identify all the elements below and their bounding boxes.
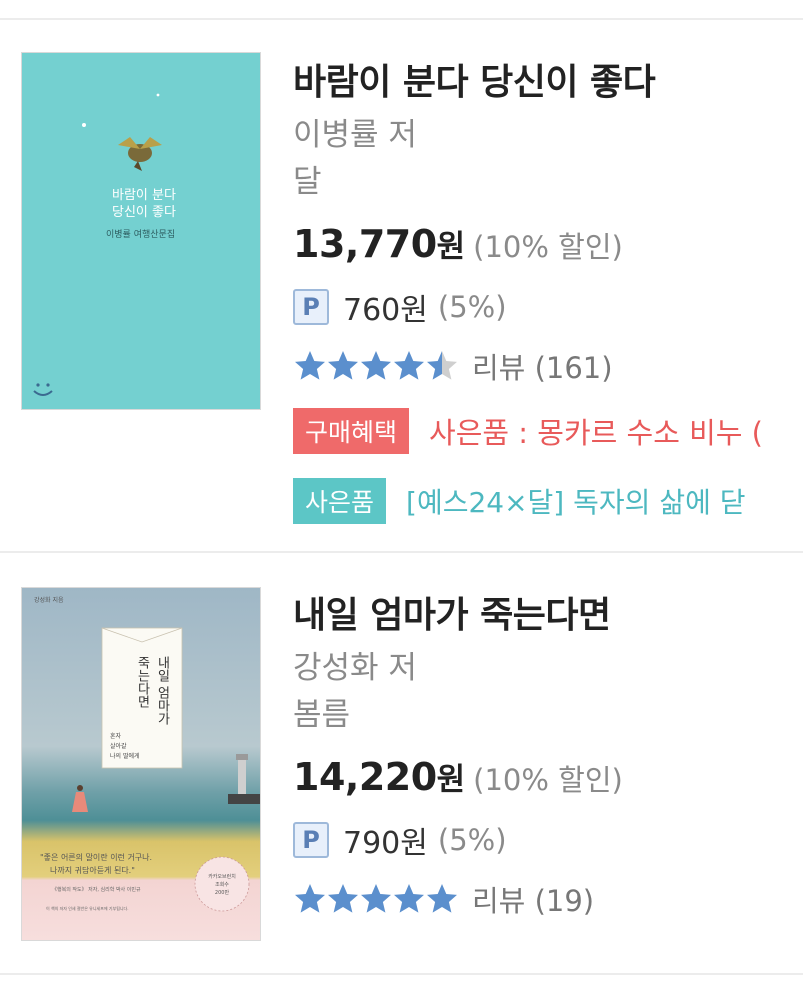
cover-note: 이 책의 저자 인세 절반은 유니세프에 기부됩니다. xyxy=(46,905,129,911)
cover-art: 바람이 분다 당신이 좋다 이병률 여행산문집 xyxy=(33,93,176,396)
point-row: P 790원 (5%) xyxy=(293,818,507,862)
book-publisher[interactable]: 달 xyxy=(293,156,322,201)
discount-rate: (10% 할인) xyxy=(473,763,623,797)
cover-title-line-1: 바람이 분다 xyxy=(112,188,176,203)
bottom-divider xyxy=(0,973,803,975)
star-rating xyxy=(293,882,458,916)
star-full-icon xyxy=(328,884,358,913)
cover-sub-line-1: 혼자 xyxy=(110,732,122,740)
book-list-item[interactable]: 바람이 분다 당신이 좋다 이병률 여행산문집 바람이 분다 당신이 좋다 이병… xyxy=(0,20,803,552)
cover-quote-source: 《행복의 작도》 저자, 심리학 박사 이민규 xyxy=(52,886,141,893)
book-cover-image[interactable]: 강성화 지음 내일 엄마가 죽는다면 혼자 살아갈 나의 딸에게 "좋은 어른의… xyxy=(21,587,261,941)
book-cover-image[interactable]: 바람이 분다 당신이 좋다 이병률 여행산문집 xyxy=(21,52,261,410)
discount-rate: (10% 할인) xyxy=(473,230,623,264)
purchase-benefit-row[interactable]: 구매혜택 사은품 : 몽카르 수소 비누 ( xyxy=(293,408,763,454)
purchase-benefit-badge: 구매혜택 xyxy=(293,408,410,454)
book-author[interactable]: 강성화 저 xyxy=(293,642,417,687)
point-rate: (5%) xyxy=(437,823,507,857)
price-row: 13,770원 (10% 할인) xyxy=(293,221,623,266)
point-rate: (5%) xyxy=(437,290,507,324)
cover-author-label: 강성화 지음 xyxy=(34,596,64,604)
cover-title-col-right: 내일 엄마가 xyxy=(155,656,170,726)
rating-row[interactable]: 리뷰 (19) xyxy=(293,878,594,920)
rating-row[interactable]: 리뷰 (161) xyxy=(293,345,613,387)
star-rating xyxy=(293,349,458,383)
point-amount: 790원 xyxy=(343,826,428,861)
point-row: P 760원 (5%) xyxy=(293,285,507,329)
sale-price: 14,220 xyxy=(293,755,437,799)
cover-sub-line-3: 나의 딸에게 xyxy=(110,752,140,760)
point-p-icon: P xyxy=(293,822,329,858)
cover-quote-line-1: "좋은 어른의 말이란 이런 거구나. xyxy=(40,852,152,862)
lighthouse-illustration xyxy=(228,754,260,804)
woman-figure xyxy=(72,785,88,812)
star-full-icon xyxy=(394,884,424,913)
price-currency: 원 xyxy=(436,762,466,798)
book-publisher[interactable]: 봄름 xyxy=(293,689,350,734)
gift-event-link[interactable]: [예스24×달] 독자의 삶에 닫 xyxy=(406,481,745,521)
cover-seal-line-2: 조회수 xyxy=(215,881,229,888)
cover-quote-line-2: 나까지 귀담아듣게 된다." xyxy=(50,865,135,875)
point-p-icon: P xyxy=(293,289,329,325)
cover-title-line-2: 당신이 좋다 xyxy=(112,205,176,220)
star-full-icon xyxy=(361,351,391,380)
book-title-link[interactable]: 바람이 분다 당신이 좋다 xyxy=(293,53,656,105)
purchase-benefit-text[interactable]: 사은품 : 몽카르 수소 비누 ( xyxy=(429,410,763,452)
review-count-link[interactable]: 리뷰 (161) xyxy=(472,345,613,387)
star-full-icon xyxy=(361,884,391,913)
gift-badge: 사은품 xyxy=(293,478,387,524)
cover-sub-line-2: 살아갈 xyxy=(110,742,127,750)
cover-art: 강성화 지음 내일 엄마가 죽는다면 혼자 살아갈 나의 딸에게 "좋은 어른의… xyxy=(34,596,260,912)
cover-subtitle: 이병률 여행산문집 xyxy=(106,228,175,240)
cover-seal-line-1: 카카오브런치 xyxy=(208,873,236,880)
cover-seal-line-3: 200만 xyxy=(215,889,230,896)
gift-row[interactable]: 사은품 [예스24×달] 독자의 삶에 닫 xyxy=(293,478,746,524)
star-full-icon xyxy=(295,884,325,913)
smile-logo xyxy=(33,383,53,396)
review-count-link[interactable]: 리뷰 (19) xyxy=(472,878,594,920)
point-amount: 760원 xyxy=(343,293,428,328)
star-full-icon xyxy=(328,351,358,380)
star-full-icon xyxy=(427,884,457,913)
star-half-icon xyxy=(427,351,457,380)
bird-illustration xyxy=(118,137,162,171)
price-row: 14,220원 (10% 할인) xyxy=(293,754,623,799)
book-title-link[interactable]: 내일 엄마가 죽는다면 xyxy=(293,586,611,638)
star-full-icon xyxy=(394,351,424,380)
book-author[interactable]: 이병률 저 xyxy=(293,109,417,154)
cover-title-col-left: 죽는다면 xyxy=(135,656,150,708)
sale-price: 13,770 xyxy=(293,222,437,266)
price-currency: 원 xyxy=(436,229,466,265)
star-full-icon xyxy=(295,351,325,380)
book-list-item[interactable]: 강성화 지음 내일 엄마가 죽는다면 혼자 살아갈 나의 딸에게 "좋은 어른의… xyxy=(0,553,803,973)
